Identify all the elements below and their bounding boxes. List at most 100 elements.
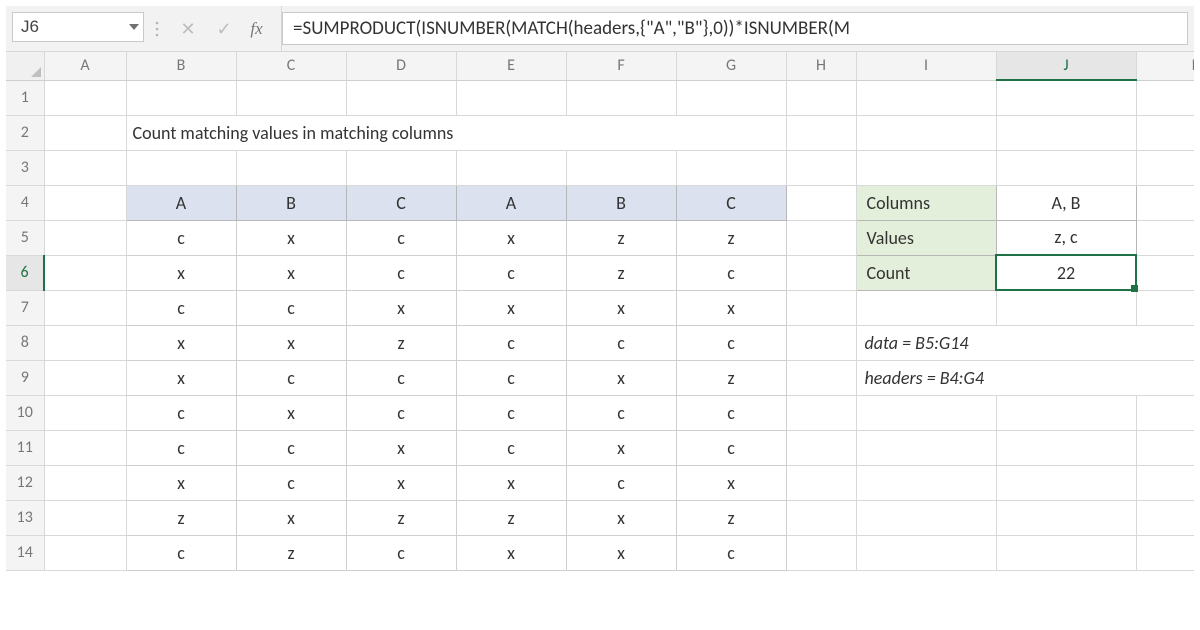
summary-columns-value[interactable]: A, B [996,185,1136,220]
data-cell[interactable]: x [566,430,676,465]
cell[interactable] [456,80,566,115]
cell[interactable] [44,535,126,570]
cell[interactable] [1136,290,1194,325]
data-cell[interactable]: c [676,255,786,290]
row-header-2[interactable]: 2 [6,115,44,150]
spreadsheet-grid[interactable]: ABCDEFGHIJK 12Count matching values in m… [6,52,1194,571]
row-header-13[interactable]: 13 [6,500,44,535]
cell[interactable] [44,500,126,535]
col-header-I[interactable]: I [856,52,996,80]
data-cell[interactable]: x [566,535,676,570]
data-cell[interactable]: x [346,290,456,325]
data-cell[interactable]: z [456,500,566,535]
data-cell[interactable]: x [456,465,566,500]
enter-icon[interactable]: ✓ [206,6,242,51]
cell[interactable] [786,360,856,395]
cell[interactable] [566,150,676,185]
data-cell[interactable]: x [126,360,236,395]
cell[interactable] [856,465,996,500]
cell[interactable] [786,80,856,115]
cell[interactable] [786,220,856,255]
data-cell[interactable]: c [566,325,676,360]
cell[interactable] [786,115,856,150]
cell[interactable] [856,395,996,430]
select-all-corner[interactable] [6,52,44,80]
cell[interactable] [44,325,126,360]
cell[interactable] [44,150,126,185]
row-header-14[interactable]: 14 [6,535,44,570]
data-cell[interactable]: c [126,220,236,255]
cell[interactable] [1136,500,1194,535]
cell[interactable] [786,535,856,570]
data-cell[interactable]: z [566,255,676,290]
data-cell[interactable]: c [236,290,346,325]
data-cell[interactable]: c [126,395,236,430]
col-header-B[interactable]: B [126,52,236,80]
data-cell[interactable]: x [126,465,236,500]
data-cell[interactable]: x [236,395,346,430]
data-cell[interactable]: c [236,360,346,395]
data-cell[interactable]: c [126,290,236,325]
data-cell[interactable]: z [236,535,346,570]
data-cell[interactable]: x [456,535,566,570]
data-cell[interactable]: c [676,325,786,360]
cell[interactable] [1136,430,1194,465]
cell[interactable] [44,255,126,290]
col-header-H[interactable]: H [786,52,856,80]
data-cell[interactable]: x [236,255,346,290]
data-cell[interactable]: x [676,290,786,325]
data-cell[interactable]: c [236,465,346,500]
cell[interactable] [1136,150,1194,185]
cell[interactable] [44,220,126,255]
cell[interactable] [44,80,126,115]
row-header-3[interactable]: 3 [6,150,44,185]
data-cell[interactable]: c [126,535,236,570]
cell[interactable] [126,150,236,185]
cell[interactable] [786,150,856,185]
cell[interactable] [44,430,126,465]
data-cell[interactable]: c [346,535,456,570]
data-cell[interactable]: c [456,325,566,360]
cell[interactable] [996,535,1136,570]
cell[interactable] [856,290,996,325]
col-header-F[interactable]: F [566,52,676,80]
data-cell[interactable]: z [126,500,236,535]
data-cell[interactable]: c [456,360,566,395]
data-cell[interactable]: x [456,220,566,255]
data-cell[interactable]: c [236,430,346,465]
cell[interactable] [1136,255,1194,290]
cell[interactable] [44,465,126,500]
data-cell[interactable]: x [456,290,566,325]
cell[interactable] [1136,80,1194,115]
cell[interactable] [456,150,566,185]
data-cell[interactable]: x [566,500,676,535]
cell[interactable] [676,80,786,115]
data-cell[interactable]: c [346,395,456,430]
col-header-E[interactable]: E [456,52,566,80]
cell[interactable] [1136,115,1194,150]
data-cell[interactable]: z [346,325,456,360]
cell[interactable] [786,395,856,430]
cell[interactable] [1136,220,1194,255]
formula-input[interactable]: =SUMPRODUCT(ISNUMBER(MATCH(headers,{"A",… [282,12,1188,45]
cancel-icon[interactable]: ✕ [170,6,206,51]
row-header-1[interactable]: 1 [6,80,44,115]
col-header-G[interactable]: G [676,52,786,80]
data-cell[interactable]: c [676,535,786,570]
cell[interactable] [676,150,786,185]
data-cell[interactable]: z [346,500,456,535]
row-header-10[interactable]: 10 [6,395,44,430]
cell[interactable] [236,150,346,185]
cell[interactable] [44,290,126,325]
cell[interactable] [44,115,126,150]
row-header-9[interactable]: 9 [6,360,44,395]
cell[interactable] [856,115,996,150]
data-cell[interactable]: c [676,430,786,465]
cell[interactable] [786,500,856,535]
cell[interactable] [996,150,1136,185]
cell[interactable] [856,430,996,465]
cell[interactable] [786,325,856,360]
data-cell[interactable]: x [126,255,236,290]
cell[interactable] [786,290,856,325]
cell[interactable] [786,430,856,465]
